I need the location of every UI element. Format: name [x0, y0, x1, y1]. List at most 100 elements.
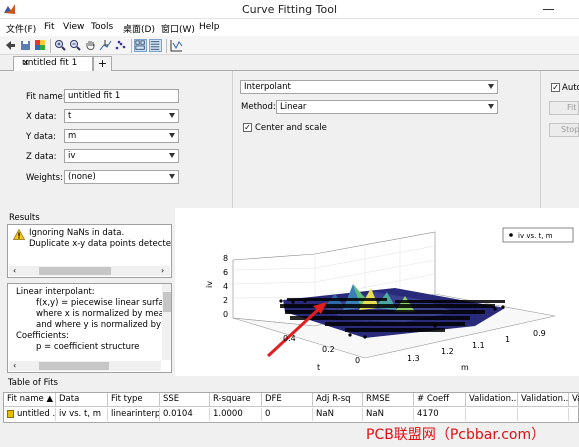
row-rmse: NaN: [363, 408, 414, 421]
toolbar: [0, 36, 579, 55]
menu-file[interactable]: 文件(F): [6, 22, 36, 35]
dropdown-arrow-icon: [169, 113, 175, 118]
scroll-left-icon[interactable]: ‹: [13, 361, 16, 370]
dropdown-arrow-icon: [169, 153, 175, 158]
center-scale-label: Center and scale: [255, 123, 327, 133]
col-fit-type[interactable]: Fit type: [108, 393, 160, 407]
table-layout-icon[interactable]: [149, 39, 162, 52]
weights-select[interactable]: (none): [64, 170, 179, 184]
weights-label: Weights:: [26, 173, 63, 183]
warning-line: Ignoring NaNs in data.: [29, 228, 125, 238]
auto-fit-label: Auto: [562, 83, 579, 93]
t-tick: 0.2: [322, 345, 335, 354]
xdata-select[interactable]: t: [64, 109, 179, 123]
col-validation-1[interactable]: Validation...: [466, 393, 518, 407]
method-value: Linear: [280, 102, 307, 112]
col-validation-3[interactable]: Va: [569, 393, 579, 407]
row-validation-1: [466, 408, 518, 421]
scroll-thumb[interactable]: [163, 292, 171, 312]
ydata-select[interactable]: m: [64, 129, 179, 143]
residuals-icon[interactable]: [170, 39, 183, 52]
horizontal-scrollbar[interactable]: ‹: [9, 361, 161, 371]
t-tick: 0.4: [283, 334, 296, 343]
m-tick: 1.2: [441, 347, 454, 356]
menu-view[interactable]: View: [63, 22, 84, 32]
add-tab-button[interactable]: +: [93, 56, 112, 71]
fit-settings-panel: Fit name: untitled fit 1 X data: t Y dat…: [0, 71, 579, 208]
center-scale-checkbox[interactable]: ✓: [243, 123, 252, 132]
minimize-icon[interactable]: [543, 9, 554, 10]
model-line: and where y is normalized by me: [36, 320, 172, 330]
vertical-scrollbar[interactable]: [162, 284, 171, 360]
model-line: p = coefficient structure: [36, 342, 140, 352]
menu-desktop[interactable]: 桌面(D): [123, 22, 155, 35]
tab-label: untitled fit 1: [22, 58, 78, 68]
col-adj-r-sq[interactable]: Adj R-sq: [313, 393, 363, 407]
scroll-thumb[interactable]: [39, 362, 109, 370]
scroll-thumb[interactable]: [39, 267, 111, 275]
zoom-in-icon[interactable]: [54, 39, 67, 52]
menu-help[interactable]: Help: [199, 22, 220, 32]
title-bar: Curve Fitting Tool: [0, 0, 579, 19]
t-axis-label: t: [317, 363, 320, 372]
menu-tools[interactable]: Tools: [91, 22, 113, 32]
menu-fit[interactable]: Fit: [44, 22, 55, 32]
method-select[interactable]: Linear: [276, 100, 498, 114]
z-axis: 8 6 4 2 0 iv: [205, 254, 228, 319]
colormap-icon[interactable]: [34, 39, 47, 52]
ydata-label: Y data:: [26, 132, 56, 142]
tab-untitled-fit-1[interactable]: untitled fit 1 ×: [13, 56, 93, 71]
t-tick: 0: [355, 356, 360, 365]
col-sse[interactable]: SSE: [160, 393, 210, 407]
horizontal-scrollbar[interactable]: ‹ ›: [9, 266, 170, 276]
dropdown-arrow-icon: [169, 174, 175, 179]
warnings-box: Ignoring NaNs in data. Duplicate x-y dat…: [7, 224, 172, 278]
m-axis-label: m: [461, 363, 469, 372]
close-icon[interactable]: ×: [22, 58, 30, 68]
surface-plot[interactable]: 8 6 4 2 0 iv 0.4 0.2 0 t 1.3 1.2 1.1 1 0…: [175, 208, 579, 376]
col-num-coeff[interactable]: # Coeff: [414, 393, 466, 407]
m-tick: 1.1: [472, 341, 485, 350]
row-r-square: 1.0000: [210, 408, 262, 421]
model-line: Coefficients:: [16, 331, 69, 341]
scroll-left-icon[interactable]: ‹: [13, 266, 16, 275]
stop-button[interactable]: Stop: [549, 123, 579, 137]
col-data[interactable]: Data: [56, 393, 108, 407]
m-tick: 1: [505, 335, 510, 344]
plot-canvas: 8 6 4 2 0 iv 0.4 0.2 0 t 1.3 1.2 1.1 1 0…: [205, 227, 574, 372]
col-fit-name[interactable]: Fit name ▲: [4, 393, 56, 407]
z-tick: 2: [223, 296, 228, 305]
xdata-value: t: [68, 111, 72, 121]
model-line: where x is normalized by mean 0: [36, 309, 172, 319]
fit-name-label: Fit name:: [26, 92, 66, 102]
menu-window[interactable]: 窗口(W): [161, 22, 195, 35]
col-validation-2[interactable]: Validation...: [518, 393, 569, 407]
col-dfe[interactable]: DFE: [262, 393, 313, 407]
col-r-square[interactable]: R-square: [210, 393, 262, 407]
fit-button[interactable]: Fit: [549, 101, 579, 115]
results-header: Results: [9, 213, 40, 223]
zdata-select[interactable]: iv: [64, 149, 179, 163]
row-num-coeff: 4170: [414, 408, 466, 421]
auto-fit-checkbox[interactable]: ✓: [551, 83, 560, 92]
fit-name-field[interactable]: untitled fit 1: [64, 89, 179, 103]
fit-type-select[interactable]: Interpolant: [240, 80, 498, 94]
save-icon[interactable]: [19, 39, 32, 52]
z-tick: 4: [223, 282, 228, 291]
row-fit-name[interactable]: untitled ...: [14, 408, 56, 421]
fit-type-value: Interpolant: [244, 82, 291, 92]
col-rmse[interactable]: RMSE: [363, 393, 414, 407]
arrow-icon[interactable]: [4, 39, 17, 52]
exclude-icon[interactable]: [114, 39, 127, 52]
panel-divider: [540, 71, 541, 208]
pan-icon[interactable]: [84, 39, 97, 52]
data-cursor-icon[interactable]: [99, 39, 112, 52]
grid-layout-icon[interactable]: [134, 39, 147, 52]
zoom-out-icon[interactable]: [69, 39, 82, 52]
row-validation-2: [518, 408, 569, 421]
model-line: Linear interpolant:: [16, 287, 95, 297]
z-tick: 0: [223, 310, 228, 319]
tab-strip: untitled fit 1 × +: [0, 55, 579, 71]
xdata-label: X data:: [26, 112, 57, 122]
scroll-right-icon[interactable]: ›: [161, 266, 164, 275]
